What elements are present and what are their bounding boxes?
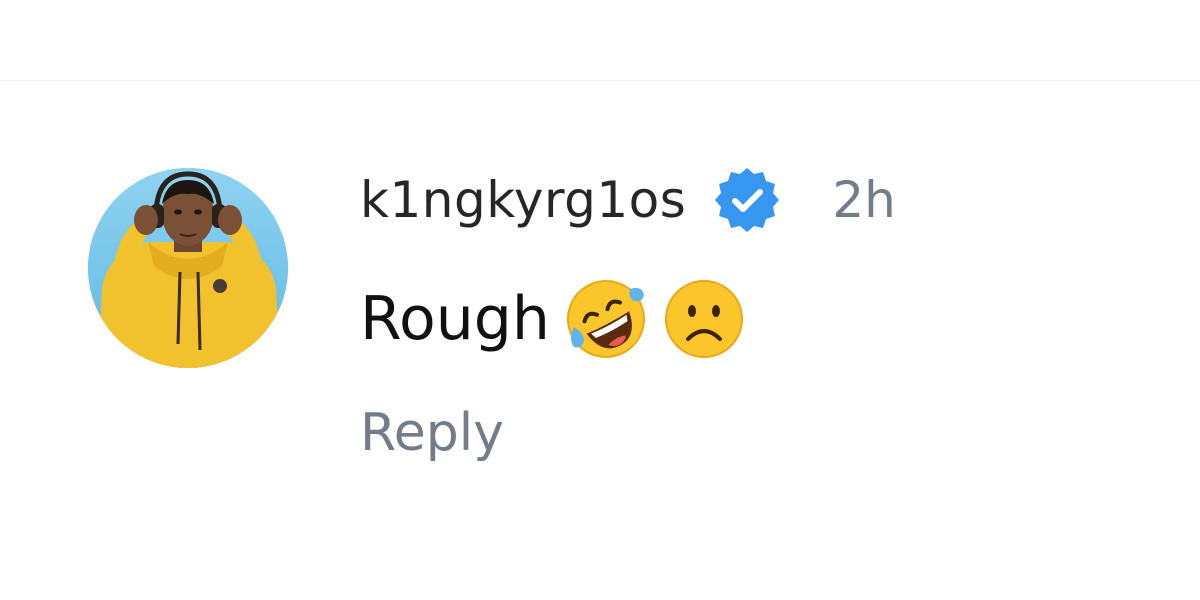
verified-badge-icon [712,165,782,235]
comment-header: k1ngkyrg1os 2h [360,168,896,232]
frowning-face-emoji-icon [662,277,746,361]
avatar[interactable] [88,168,288,368]
comment-text: Rough [360,284,550,354]
avatar-image [88,168,288,368]
reply-button[interactable]: Reply [360,398,504,468]
comment-timestamp[interactable]: 2h [832,168,896,232]
comment-body: Rough [360,274,746,364]
username-link[interactable]: k1ngkyrg1os [360,168,686,232]
comment-item: k1ngkyrg1os 2h Rough Reply [88,168,1088,488]
rolling-on-floor-laughing-emoji-icon [564,277,648,361]
top-divider [0,80,1200,81]
